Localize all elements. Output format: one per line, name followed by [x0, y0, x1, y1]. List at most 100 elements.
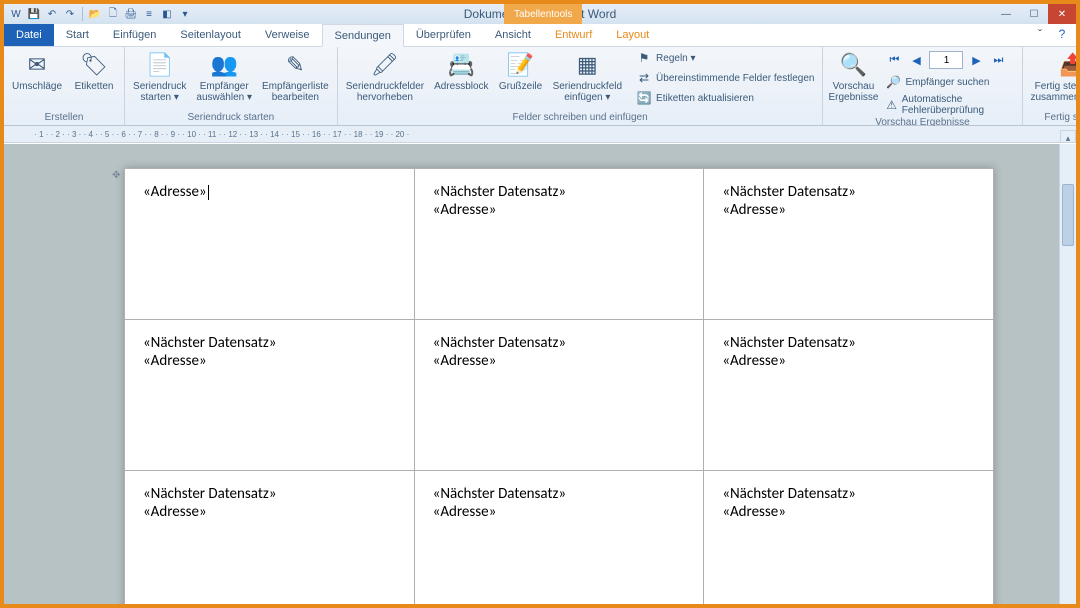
undo-icon[interactable]: ↶ [44, 6, 60, 22]
tab-einfuegen[interactable]: Einfügen [101, 24, 168, 46]
tab-seitenlayout[interactable]: Seitenlayout [168, 24, 253, 46]
greeting-icon: 📝 [507, 51, 535, 79]
recipients-icon: 👥 [210, 51, 238, 79]
address-field: «Adresse» [143, 183, 396, 201]
regeln-button[interactable]: ⚑Regeln ▾ [632, 49, 818, 67]
next-record-field: «Nächster Datensatz» [143, 485, 396, 503]
tab-layout[interactable]: Layout [604, 24, 661, 46]
next-record-field: «Nächster Datensatz» [433, 334, 686, 352]
label-icon: 🏷 [80, 51, 108, 79]
page[interactable]: «Adresse»«Nächster Datensatz»«Adresse»«N… [124, 168, 994, 604]
check-icon: ⚠ [885, 97, 897, 113]
label-cell[interactable]: «Nächster Datensatz»«Adresse» [414, 320, 704, 471]
label-cell[interactable]: «Nächster Datensatz»«Adresse» [414, 169, 704, 320]
umschlaege-button[interactable]: ✉Umschläge [8, 49, 66, 94]
prev-record-button[interactable]: ◀ [907, 52, 925, 68]
tab-start[interactable]: Start [54, 24, 101, 46]
open-icon[interactable]: 📂 [87, 6, 103, 22]
vertical-scrollbar[interactable] [1059, 144, 1076, 604]
feld-einfuegen-button[interactable]: ▦Seriendruckfeld einfügen ▾ [549, 49, 626, 105]
uebereinstimmende-felder-button[interactable]: ⇄Übereinstimmende Felder festlegen [632, 69, 818, 87]
label-cell[interactable]: «Nächster Datensatz»«Adresse» [704, 169, 994, 320]
ruler-toggle-icon[interactable]: ▴ [1060, 130, 1076, 143]
close-button[interactable]: ✕ [1048, 4, 1076, 24]
qat-icon-2[interactable]: ◧ [159, 6, 175, 22]
address-field: «Adresse» [722, 503, 975, 521]
tab-ueberpruefen[interactable]: Überprüfen [404, 24, 483, 46]
etiketten-aktualisieren-button[interactable]: 🔄Etiketten aktualisieren [632, 89, 818, 107]
qat-more-icon[interactable]: ▾ [177, 6, 193, 22]
minimize-ribbon-icon[interactable]: ˇ [1032, 26, 1048, 42]
address-field: «Adresse» [433, 503, 686, 521]
label-cell[interactable]: «Nächster Datensatz»«Adresse» [704, 320, 994, 471]
adressblock-button[interactable]: 📇Adressblock [430, 49, 492, 94]
labels-table[interactable]: «Adresse»«Nächster Datensatz»«Adresse»«N… [124, 168, 994, 604]
word-icon: W [8, 6, 24, 22]
address-field: «Adresse» [143, 503, 396, 521]
print-icon[interactable]: 🖨 [123, 6, 139, 22]
empfaenger-suchen-button[interactable]: 🔎Empfänger suchen [881, 73, 1017, 91]
maximize-button[interactable]: ☐ [1020, 4, 1048, 24]
preview-icon: 🔍 [839, 51, 867, 79]
address-field: «Adresse» [433, 201, 686, 219]
empfaengerliste-bearbeiten-button[interactable]: ✎Empfängerliste bearbeiten [258, 49, 333, 105]
group-erstellen: ✉Umschläge 🏷Etiketten Erstellen [4, 47, 125, 125]
record-number-input[interactable] [929, 51, 963, 69]
label-cell[interactable]: «Nächster Datensatz»«Adresse» [414, 471, 704, 605]
ribbon: ✉Umschläge 🏷Etiketten Erstellen 📄Seriend… [4, 47, 1076, 126]
mailmerge-icon: 📄 [146, 51, 174, 79]
ribbon-tabs: Datei Start Einfügen Seitenlayout Verwei… [4, 24, 1076, 47]
minimize-button[interactable]: — [992, 4, 1020, 24]
document-area: ✥ «Adresse»«Nächster Datensatz»«Adresse»… [4, 144, 1076, 604]
edit-list-icon: ✎ [281, 51, 309, 79]
felder-hervorheben-button[interactable]: 🖍Seriendruckfelder hervorheben [342, 49, 428, 105]
next-record-button[interactable]: ▶ [967, 52, 985, 68]
tab-verweise[interactable]: Verweise [253, 24, 322, 46]
table-anchor-icon[interactable]: ✥ [112, 170, 120, 181]
quick-access-toolbar: W 💾 ↶ ↷ 📂 🗋 🖨 ≡ ◧ ▾ Dokument4 - Microsof… [4, 4, 1076, 24]
etiketten-button[interactable]: 🏷Etiketten [68, 49, 120, 94]
next-record-field: «Nächster Datensatz» [722, 183, 975, 201]
scroll-thumb[interactable] [1062, 184, 1074, 246]
text-cursor [208, 185, 209, 200]
help-icon[interactable]: ? [1054, 26, 1070, 42]
address-field: «Adresse» [722, 352, 975, 370]
group-vorschau: 🔍Vorschau Ergebnisse ⏮ ◀ ▶ ⏭ 🔎Empfänger … [823, 47, 1022, 125]
save-icon[interactable]: 💾 [26, 6, 42, 22]
redo-icon[interactable]: ↷ [62, 6, 78, 22]
seriendruck-starten-button[interactable]: 📄Seriendruck starten ▾ [129, 49, 190, 105]
last-record-button[interactable]: ⏭ [989, 52, 1007, 68]
grusszeile-button[interactable]: 📝Grußzeile [495, 49, 547, 94]
new-icon[interactable]: 🗋 [105, 6, 121, 22]
group-seriendruck-starten: 📄Seriendruck starten ▾ 👥Empfänger auswäh… [125, 47, 338, 125]
label-cell[interactable]: «Adresse» [125, 169, 415, 320]
record-navigator: ⏮ ◀ ▶ ⏭ [881, 49, 1017, 71]
qat-icon[interactable]: ≡ [141, 6, 157, 22]
label-cell[interactable]: «Nächster Datensatz»«Adresse» [704, 471, 994, 605]
rules-icon: ⚑ [636, 50, 652, 66]
highlight-icon: 🖍 [371, 51, 399, 79]
empfaenger-auswaehlen-button[interactable]: 👥Empfänger auswählen ▾ [192, 49, 256, 105]
next-record-field: «Nächster Datensatz» [722, 334, 975, 352]
addressblock-icon: 📇 [447, 51, 475, 79]
first-record-button[interactable]: ⏮ [885, 52, 903, 68]
insert-field-icon: ▦ [573, 51, 601, 79]
group-felder: 🖍Seriendruckfelder hervorheben 📇Adressbl… [338, 47, 824, 125]
tab-sendungen[interactable]: Sendungen [322, 24, 404, 47]
file-tab[interactable]: Datei [4, 24, 54, 46]
tab-entwurf[interactable]: Entwurf [543, 24, 604, 46]
fehlerueberpruefung-button[interactable]: ⚠Automatische Fehlerüberprüfung [881, 93, 1017, 117]
label-cell[interactable]: «Nächster Datensatz»«Adresse» [125, 471, 415, 605]
search-icon: 🔎 [885, 74, 901, 90]
next-record-field: «Nächster Datensatz» [433, 485, 686, 503]
vorschau-ergebnisse-button[interactable]: 🔍Vorschau Ergebnisse [827, 49, 879, 105]
tab-ansicht[interactable]: Ansicht [483, 24, 543, 46]
envelope-icon: ✉ [23, 51, 51, 79]
fertig-stellen-button[interactable]: 📤Fertig stellen und zusammenführen ▾ [1027, 49, 1080, 105]
horizontal-ruler[interactable]: · 1 · · 2 · · 3 · · 4 · · 5 · · 6 · · 7 … [4, 126, 1076, 143]
address-field: «Adresse» [143, 352, 396, 370]
contextual-tab-group: Tabellentools [504, 4, 582, 24]
label-cell[interactable]: «Nächster Datensatz»«Adresse» [125, 320, 415, 471]
next-record-field: «Nächster Datensatz» [433, 183, 686, 201]
group-fertig-stellen: 📤Fertig stellen und zusammenführen ▾ Fer… [1023, 47, 1080, 125]
